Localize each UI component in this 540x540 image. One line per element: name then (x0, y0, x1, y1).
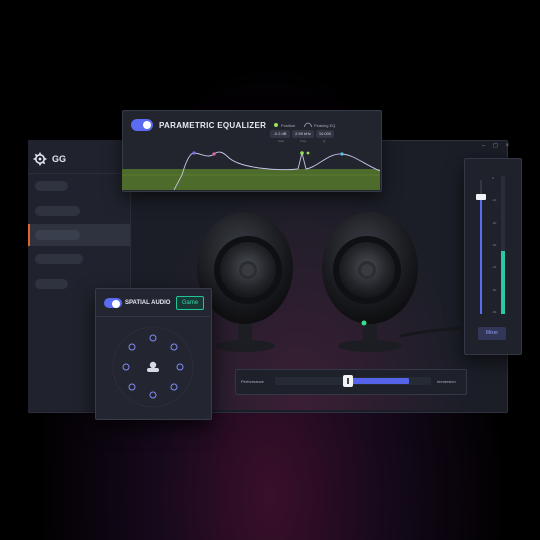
eq-title: PARAMETRIC EQUALIZER (159, 121, 267, 130)
q-label: Q (323, 139, 326, 143)
legend-position: Position (281, 123, 296, 128)
speaker-position-icon (176, 363, 184, 371)
position-legend-icon (274, 123, 278, 127)
speaker-position-icon (128, 383, 136, 391)
eq-band-point (192, 151, 196, 155)
spatial-audio-toggle[interactable] (104, 298, 122, 308)
immersion-label: Immersion (437, 379, 456, 384)
mixer-tick-label: -20 (492, 220, 497, 225)
mixer-tick-label: -10 (492, 198, 497, 203)
peaking-eq-icon (304, 122, 312, 127)
sidebar-item-4[interactable] (35, 254, 83, 264)
sidebar-item-5[interactable] (35, 279, 68, 289)
speaker-position-icon (122, 363, 130, 371)
gain-label: Gain (278, 139, 285, 143)
window-controls[interactable]: – ◻ × (482, 142, 534, 149)
steelseries-gear-icon (33, 152, 47, 166)
frequency-value[interactable]: 2.99 kHz (292, 130, 314, 138)
frequency-label: Freq (300, 139, 307, 143)
app-title: GG (52, 154, 67, 164)
eq-band-point-selected (300, 151, 304, 155)
eq-band-point (306, 151, 310, 155)
speaker-position-icon (170, 343, 178, 351)
mixer-tick-label: -30 (492, 243, 497, 247)
performance-fill (351, 378, 409, 384)
sidebar-item-1[interactable] (35, 181, 68, 191)
mixer-tick-label: 0 (492, 176, 494, 180)
listener-head-icon (147, 361, 159, 372)
spatial-speaker-dial[interactable] (108, 322, 198, 412)
performance-label: Performance (241, 379, 264, 384)
q-value[interactable]: 10.000 (316, 130, 334, 138)
spatial-divider (95, 316, 210, 317)
sidebar-item-3[interactable] (35, 230, 80, 240)
speakers-image (197, 212, 460, 352)
mixer-panel (464, 158, 522, 355)
speaker-position-icon (149, 391, 157, 399)
eq-curve-graph[interactable] (122, 145, 380, 190)
mixer-tick-label: -50 (492, 287, 497, 292)
eq-band-point (212, 152, 216, 156)
sidebar-item-2[interactable] (35, 206, 80, 216)
spatial-audio-title: SPATIAL AUDIO (125, 300, 171, 306)
gain-value[interactable]: -0.2 dB (270, 130, 290, 138)
legend-peaking: Peaking EQ (314, 123, 336, 128)
mixer-tick-label: -60 (492, 310, 497, 314)
eq-band-point (340, 152, 344, 156)
eq-toggle[interactable] (131, 119, 153, 131)
mixer-tick-label: -40 (492, 265, 497, 270)
speaker-position-icon (128, 343, 136, 351)
handle-grip-icon (347, 378, 349, 384)
volume-fill (480, 197, 482, 314)
level-meter-fill (501, 250, 505, 314)
speaker-position-icon (149, 334, 157, 342)
mixer-button[interactable]: Mixer (478, 327, 506, 340)
speaker-position-icon (170, 383, 178, 391)
game-mode-button[interactable]: Game (176, 296, 204, 310)
sidebar-divider (28, 173, 130, 174)
volume-handle[interactable] (476, 194, 486, 201)
